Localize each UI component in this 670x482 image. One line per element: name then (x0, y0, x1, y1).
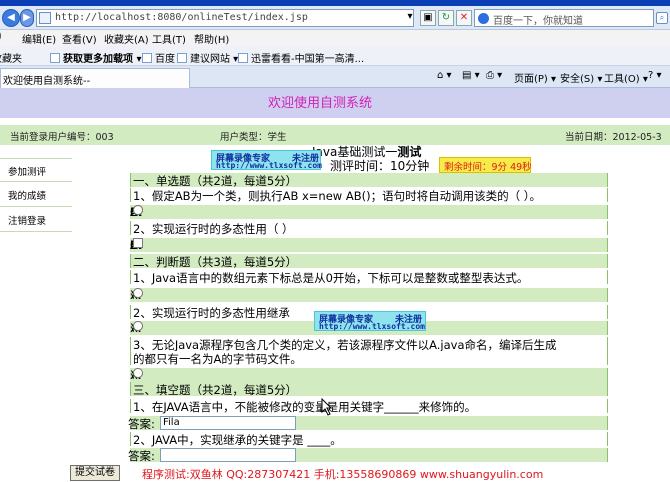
tab-title: 欢迎使用自测系统-- (3, 76, 91, 87)
search-icon[interactable]: ⌕ (656, 12, 668, 24)
feeds-icon[interactable]: ▤ ▾ (462, 70, 480, 81)
options-row-2: A: B: C: D: (130, 238, 608, 252)
radio-s1-d[interactable] (133, 205, 143, 215)
page-menu[interactable]: 页面(P) ▾ (514, 70, 556, 85)
judge-options-3: √: X: (130, 368, 608, 382)
fav-addons[interactable]: 获取更多加载项 ▾ (50, 50, 142, 65)
question-judge-3a: 3、无论Java源程序包含几个类的定义，若该源程序文件以A.java命名，编译后… (130, 337, 608, 352)
sidebar-item-logout[interactable]: 注销登录 (0, 208, 72, 232)
refresh-icon[interactable]: ↻ (438, 10, 454, 26)
banner-title: 欢迎使用自测系统 (268, 96, 373, 111)
sidebar-item-my-scores[interactable]: 我的成绩 (0, 183, 72, 207)
menu-bar: ) 编辑(E) 查看(V) 收藏夹(A) 工具(T) 帮助(H) (0, 30, 670, 46)
watermark-overlay: 屏幕录像专家 未注册 http://www.tlxsoft.com (314, 311, 426, 331)
page-icon (177, 53, 187, 63)
address-toolbar: ◀ ▶ http://localhost:8080/onlineTest/ind… (0, 6, 670, 30)
addon-icon (50, 53, 60, 63)
answer-label: 答案: (128, 449, 155, 463)
watermark-overlay: 屏幕录像专家 未注册 http://www.tlxsoft.com (211, 150, 322, 170)
radio-j2-no[interactable] (133, 321, 143, 331)
submit-test-button[interactable]: 提交试卷 (70, 465, 120, 481)
current-date-label: 当前日期：2012-05-3 (565, 132, 662, 143)
tab-active[interactable]: 欢迎使用自测系统-- (0, 68, 190, 88)
user-type-label: 用户类型：学生 (220, 132, 287, 143)
back-button[interactable]: ◀ (2, 9, 20, 27)
menu-help[interactable]: 帮助(H) (194, 31, 229, 46)
dropdown-arrow-icon[interactable]: ▾ (402, 10, 418, 26)
answer-row-2: 答案: (128, 448, 608, 463)
menu-favorites[interactable]: 收藏夹(A) (104, 31, 149, 46)
user-info-bar: 当前登录用户编号：003 用户类型：学生 当前日期：2012-05-3 (0, 125, 670, 145)
answer-label: 答案: (128, 417, 155, 431)
baidu-logo-icon (478, 13, 489, 24)
answer-input-2[interactable] (160, 448, 296, 462)
stop-icon[interactable]: ✕ (456, 10, 472, 26)
radio-j1-no[interactable] (133, 288, 143, 298)
question-single-2: 2、实现运行时的多态性用（ ） (130, 221, 608, 236)
section-header-judge: 二、判断题（共3道，每道5分） (130, 254, 608, 269)
page-banner: 欢迎使用自测系统 (0, 88, 670, 118)
fav-suggested[interactable]: 建议网站 ▾ (177, 50, 238, 65)
question-fill-1: 1、在JAVA语言中，不能被修改的变量是用关键字______来修饰的。 (130, 399, 608, 414)
footer-credits: 程序测试:双鱼林 QQ:287307421 手机:13558690869 www… (142, 468, 544, 481)
address-field[interactable]: http://localhost:8080/onlineTest/index.j… (36, 9, 414, 27)
page-icon (39, 12, 51, 24)
question-single-1: 1、假定AB为一个类，则执行AB x=new AB()；语句时将自动调用该类的（… (130, 188, 608, 203)
sidebar: 参加测评 我的成绩 注销登录 (0, 158, 72, 238)
compat-view-icon[interactable]: ▣ (420, 10, 436, 26)
radio-j3-no[interactable] (133, 368, 143, 378)
mouse-cursor-icon (321, 398, 333, 416)
fav-xunlei[interactable]: 迅雷看看-中国第一高清... (238, 50, 364, 65)
page-icon (142, 53, 152, 63)
question-judge-3b: 的都只有一名为A的字节码文件。 (130, 351, 608, 366)
fav-baidu[interactable]: 百度 (142, 50, 175, 65)
menu-edit[interactable]: 编辑(E) (22, 31, 56, 46)
home-icon[interactable]: ⌂ ▾ (437, 70, 452, 81)
address-url: http://localhost:8080/onlineTest/index.j… (55, 12, 308, 23)
checkbox-s2-d[interactable] (133, 238, 143, 248)
tab-row: 欢迎使用自测系统-- ⌂ ▾ ▤ ▾ ⎙ ▾ 页面(P) ▾ 安全(S) ▾ 工… (0, 66, 670, 88)
forward-button[interactable]: ▶ (20, 9, 34, 27)
sidebar-item-take-test[interactable]: 参加测评 (0, 158, 72, 182)
remaining-time: 剩余时间：9分 49秒 (444, 162, 532, 173)
page-icon (238, 53, 248, 63)
answer-input-1[interactable]: Fila (160, 416, 296, 430)
help-icon[interactable]: ? ▾ (648, 70, 662, 81)
answer-row-1: 答案: Fila (128, 416, 608, 431)
search-box[interactable]: 百度一下，你就知道 (474, 9, 654, 27)
favorites-button[interactable]: 收藏夹 (0, 50, 22, 65)
question-fill-2: 2、JAVA中，实现继承的关键字是 ____。 (130, 432, 608, 447)
judge-options-1: √: X: (130, 288, 608, 302)
menu-view[interactable]: 查看(V) (62, 31, 97, 46)
options-row-1: A: B: C: D: (130, 205, 608, 219)
test-duration: 测评时间：10分钟 (330, 159, 430, 173)
print-icon[interactable]: ⎙ ▾ (486, 70, 502, 81)
menu-file-fragment[interactable]: ) (0, 31, 2, 42)
menu-tools[interactable]: 工具(T) (152, 31, 186, 46)
section-header-single: 一、单选题（共2道，每道5分） (130, 173, 608, 188)
section-header-fill: 三、填空题（共2道，每道5分） (130, 382, 608, 397)
user-id-label: 当前登录用户编号：003 (10, 132, 114, 143)
tools-menu[interactable]: 工具(O) ▾ (604, 70, 648, 85)
browser-window: ◀ ▶ http://localhost:8080/onlineTest/ind… (0, 0, 670, 482)
question-judge-1: 1、Java语言中的数组元素下标总是从0开始，下标可以是整数或整型表达式。 (130, 270, 608, 285)
favorites-bar: 收藏夹 获取更多加载项 ▾ 百度 建议网站 ▾ 迅雷看看-中国第一高清... (0, 46, 670, 66)
safety-menu[interactable]: 安全(S) ▾ (560, 70, 602, 85)
remaining-time-badge: 剩余时间：9分 49秒 (439, 157, 532, 173)
search-placeholder: 百度一下，你就知道 (493, 16, 583, 27)
